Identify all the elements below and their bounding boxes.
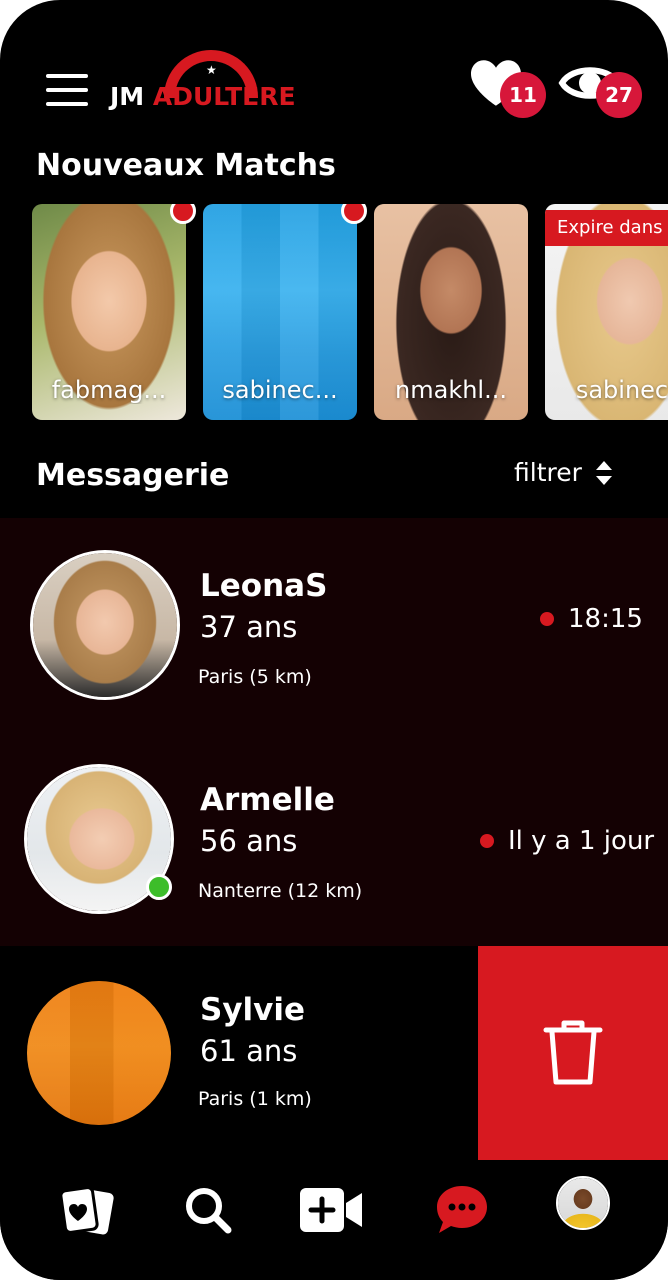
- app-logo: ★ JM ADULTERE: [110, 50, 320, 112]
- conversation-age: 61 ans: [200, 1034, 298, 1068]
- nav-cards[interactable]: [54, 1178, 118, 1242]
- bottom-navigation: [0, 1160, 668, 1280]
- expire-banner: Expire dans: [545, 210, 668, 246]
- match-card[interactable]: fabmag...: [32, 204, 186, 420]
- trash-icon: [543, 1020, 603, 1085]
- messaging-title: Messagerie: [36, 458, 230, 493]
- conversation-row[interactable]: Armelle 56 ans Nanterre (12 km) Il y a 1…: [0, 732, 668, 946]
- conversation-time-text: 18:15: [568, 604, 643, 634]
- match-name: sabinec: [575, 376, 668, 404]
- conversation-location: Nanterre (12 km): [198, 880, 363, 902]
- filter-button[interactable]: filtrer: [514, 458, 614, 487]
- conversation-time: 18:15: [540, 604, 643, 634]
- match-name: sabinec...: [222, 376, 338, 404]
- new-match-dot: [170, 204, 196, 224]
- sort-arrows-icon: [595, 460, 612, 485]
- nav-profile[interactable]: [556, 1176, 610, 1230]
- app-screen: ★ JM ADULTERE 11 27 Nouveaux Matchs fabm…: [0, 0, 668, 1280]
- match-card[interactable]: sabinec...: [203, 204, 357, 420]
- new-match-dot: [341, 204, 367, 224]
- delete-conversation-button[interactable]: [478, 946, 668, 1160]
- unread-dot: [480, 834, 494, 848]
- match-card[interactable]: nmakhl...: [374, 204, 528, 420]
- match-card[interactable]: Expire dans sabinec: [545, 204, 668, 420]
- match-name: nmakhl...: [395, 376, 507, 404]
- avatar-blurred: [24, 978, 174, 1128]
- video-add-icon: [300, 1188, 362, 1232]
- logo-text-jm: JM: [110, 82, 145, 111]
- conversation-row[interactable]: LeonaS 37 ans Paris (5 km) 18:15: [0, 518, 668, 732]
- conversation-location: Paris (1 km): [198, 1088, 312, 1110]
- conversation-name: LeonaS: [200, 568, 328, 604]
- search-icon: [186, 1188, 232, 1234]
- logo-text-adultere: ADULTERE: [152, 82, 296, 111]
- nav-video[interactable]: [298, 1178, 364, 1242]
- filter-label: filtrer: [514, 458, 582, 487]
- new-matches-carousel[interactable]: fabmag... sabinec... nmakhl... Expire da…: [32, 204, 668, 420]
- views-count-badge: 27: [596, 72, 642, 118]
- nav-messages[interactable]: [430, 1178, 494, 1242]
- nav-search[interactable]: [176, 1178, 240, 1242]
- conversation-time: Il y a 1 jour: [480, 826, 654, 856]
- conversation-location: Paris (5 km): [198, 666, 312, 688]
- hamburger-menu-icon[interactable]: [46, 74, 88, 106]
- conversation-name: Sylvie: [200, 992, 306, 1028]
- likes-count-badge: 11: [500, 72, 546, 118]
- conversation-name: Armelle: [200, 782, 335, 818]
- conversation-age: 37 ans: [200, 610, 298, 644]
- match-name: fabmag...: [51, 376, 167, 404]
- online-status-indicator: [146, 874, 172, 900]
- conversation-time-text: Il y a 1 jour: [508, 826, 655, 856]
- chat-bubble-icon: [437, 1186, 487, 1233]
- unread-dot: [540, 612, 554, 626]
- cards-heart-icon: [59, 1186, 114, 1235]
- new-matches-title: Nouveaux Matchs: [36, 148, 336, 183]
- conversation-age: 56 ans: [200, 824, 298, 858]
- avatar: [30, 550, 180, 700]
- profile-avatar-icon: [558, 1178, 608, 1228]
